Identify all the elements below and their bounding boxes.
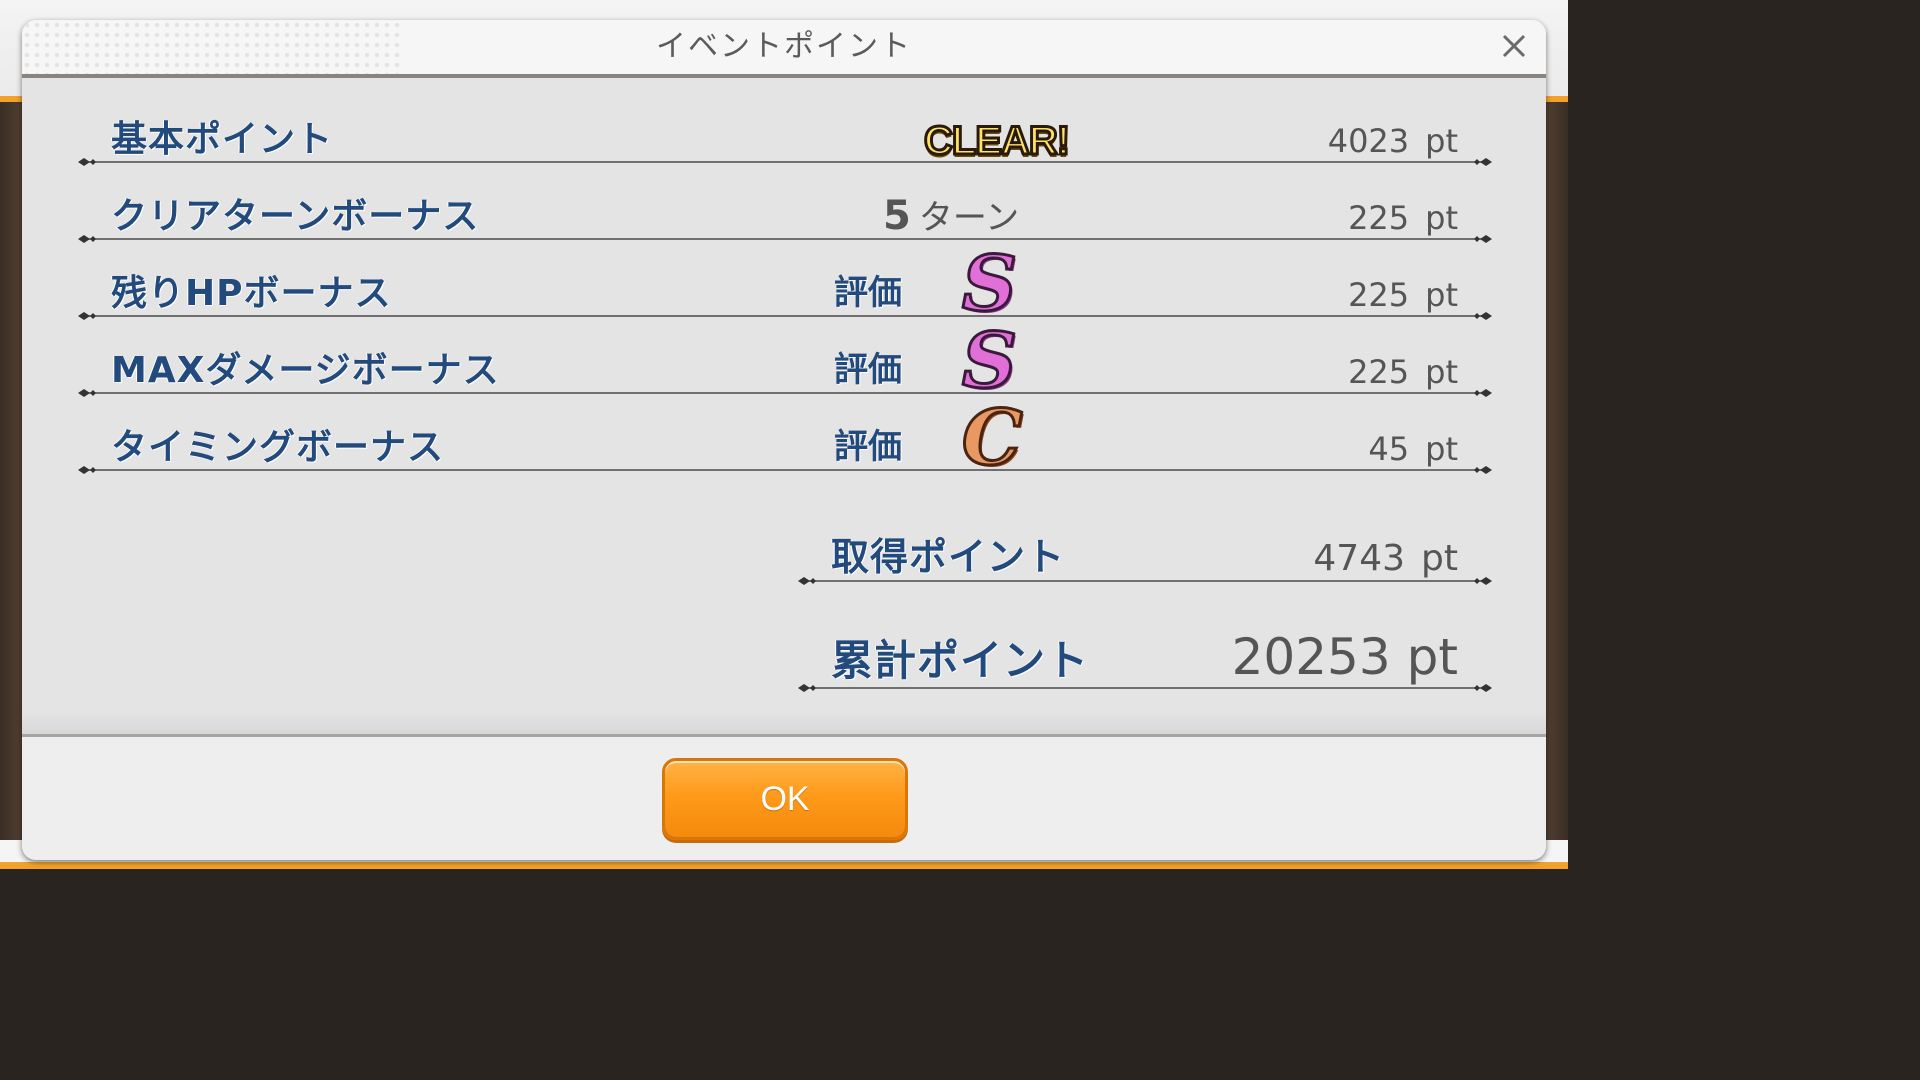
row-label: 基本ポイント — [111, 119, 334, 160]
row-divider — [78, 389, 1492, 397]
row-value: 45 pt — [1368, 430, 1458, 468]
row-value: 4023 pt — [1327, 122, 1458, 160]
row-value: 225 pt — [1348, 199, 1458, 237]
row-max-damage-bonus: MAXダメージボーナス 評価 S 225 pt — [78, 321, 1492, 400]
row-base-points: 基本ポイント CLEAR! 4023 pt — [78, 110, 1492, 168]
cumulative-label: 累計ポイント — [831, 636, 1090, 685]
earned-value: 4743 pt — [1313, 538, 1458, 579]
row-value: 225 pt — [1348, 353, 1458, 391]
earned-label: 取得ポイント — [831, 535, 1066, 579]
cumulative-value: 20253 pt — [1231, 628, 1458, 686]
row-label: 残りHPボーナス — [111, 273, 392, 314]
row-divider — [78, 235, 1492, 243]
row-clear-turn-bonus: クリアターンボーナス 5 ターン 225 pt — [78, 187, 1492, 245]
turn-count: 5 ターン — [883, 193, 1020, 239]
row-cumulative-points: 累計ポイント 20253 pt — [798, 618, 1492, 694]
dialog-title: イベントポイント — [656, 29, 912, 64]
close-icon[interactable] — [1496, 28, 1532, 64]
row-divider — [798, 684, 1492, 692]
row-divider — [78, 466, 1492, 474]
row-timing-bonus: タイミングボーナス 評価 C 45 pt — [78, 398, 1492, 477]
row-remaining-hp-bonus: 残りHPボーナス 評価 S 225 pt — [78, 244, 1492, 323]
evaluation-label: 評価 — [834, 273, 902, 313]
row-value: 225 pt — [1348, 276, 1458, 314]
row-earned-points: 取得ポイント 4743 pt — [798, 525, 1492, 587]
event-point-dialog: イベントポイント 基本ポイント CLEAR! 4023 pt クリアターンボーナス… — [22, 20, 1546, 860]
row-label: クリアターンボーナス — [111, 196, 480, 237]
ok-button[interactable]: OK — [662, 758, 908, 840]
background-bottom-stripe — [0, 862, 1568, 869]
evaluation-label: 評価 — [834, 427, 902, 467]
row-label: MAXダメージボーナス — [111, 350, 500, 391]
row-divider — [798, 577, 1492, 585]
dialog-titlebar: イベントポイント — [22, 20, 1546, 78]
row-divider — [78, 158, 1492, 166]
evaluation-label: 評価 — [834, 350, 902, 390]
row-label: タイミングボーナス — [111, 427, 445, 468]
row-divider — [78, 312, 1492, 320]
